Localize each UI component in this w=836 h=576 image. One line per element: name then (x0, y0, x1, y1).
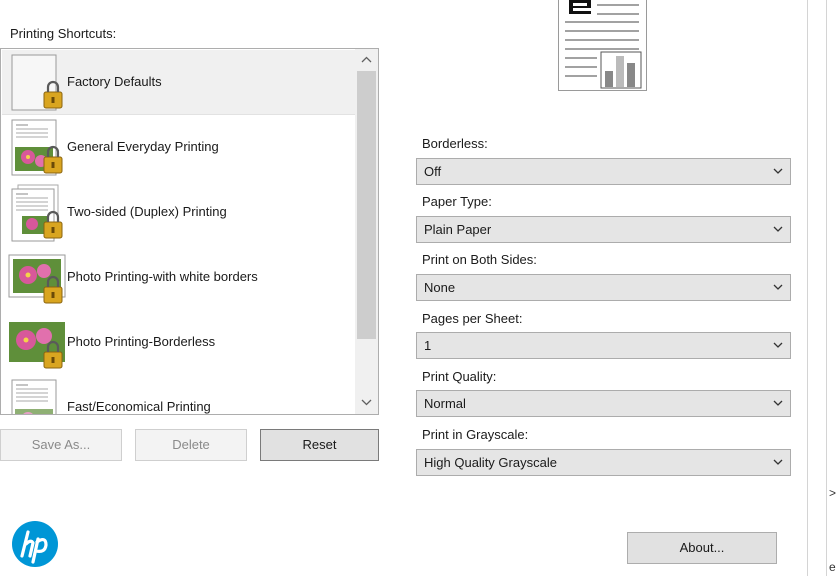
blank-page-lock-icon (11, 54, 63, 111)
page-preview-graphic (565, 0, 642, 89)
shortcut-item-photo-borderless[interactable]: Photo Printing-Borderless (2, 310, 355, 375)
delete-button[interactable]: Delete (135, 429, 247, 461)
chevron-down-icon (773, 400, 783, 406)
borderless-value: Off (424, 164, 442, 179)
shortcut-item-label: Two-sided (Duplex) Printing (67, 204, 227, 219)
printing-shortcuts-list[interactable]: Factory Defaults General Everyday Printi… (0, 48, 379, 415)
shortcut-item-factory-defaults[interactable]: Factory Defaults (2, 50, 355, 115)
both-sides-label: Print on Both Sides: (422, 252, 537, 267)
paper-type-select[interactable]: Plain Paper (416, 216, 791, 243)
edge-text-bottom: el (829, 560, 836, 574)
grayscale-select[interactable]: High Quality Grayscale (416, 449, 791, 476)
list-scrollbar[interactable] (355, 49, 378, 414)
both-sides-select[interactable]: None (416, 274, 791, 301)
scroll-up-icon[interactable] (355, 49, 378, 71)
paper-type-value: Plain Paper (424, 222, 492, 237)
shortcut-item-label: General Everyday Printing (67, 139, 219, 154)
shortcut-item-label: Fast/Economical Printing (67, 399, 211, 414)
grayscale-value: High Quality Grayscale (424, 455, 557, 470)
pages-per-sheet-label: Pages per Sheet: (422, 311, 523, 326)
print-quality-label: Print Quality: (422, 369, 497, 384)
shortcut-item-fast-economical[interactable]: Fast/Economical Printing (2, 375, 355, 414)
document-photo-lock-icon (11, 119, 63, 176)
duplex-document-lock-icon (11, 184, 63, 242)
print-quality-select[interactable]: Normal (416, 390, 791, 417)
grayscale-label: Print in Grayscale: (422, 427, 529, 442)
photo-borderless-lock-icon (9, 322, 65, 369)
window-edge-divider-2 (826, 0, 827, 576)
print-quality-value: Normal (424, 396, 466, 411)
scroll-thumb[interactable] (357, 71, 376, 339)
pages-per-sheet-value: 1 (424, 338, 432, 353)
shortcut-item-label: Photo Printing-with white borders (67, 269, 258, 284)
save-as-button[interactable]: Save As... (0, 429, 122, 461)
window-edge-divider (807, 0, 808, 576)
hp-logo-icon (12, 521, 58, 567)
borderless-select[interactable]: Off (416, 158, 791, 185)
photo-bordered-lock-icon (8, 254, 66, 304)
scroll-down-icon[interactable] (355, 392, 378, 414)
shortcut-item-label: Photo Printing-Borderless (67, 334, 216, 349)
borderless-label: Borderless: (422, 136, 488, 151)
shortcut-item-general-everyday[interactable]: General Everyday Printing (2, 115, 355, 180)
shortcut-item-label: Factory Defaults (67, 74, 162, 89)
reset-button[interactable]: Reset (260, 429, 379, 461)
printing-shortcuts-label: Printing Shortcuts: (10, 26, 117, 41)
document-photo-icon (11, 379, 57, 414)
shortcut-item-photo-white-borders[interactable]: Photo Printing-with white borders (2, 245, 355, 310)
about-button[interactable]: About... (627, 532, 777, 564)
paper-type-label: Paper Type: (422, 194, 492, 209)
chevron-down-icon (773, 226, 783, 232)
edge-text-top: > (829, 486, 836, 500)
page-preview (558, 0, 647, 91)
chevron-down-icon (773, 284, 783, 290)
chevron-down-icon (773, 168, 783, 174)
shortcut-item-two-sided[interactable]: Two-sided (Duplex) Printing (2, 180, 355, 245)
chevron-down-icon (773, 459, 783, 465)
chevron-down-icon (773, 342, 783, 348)
pages-per-sheet-select[interactable]: 1 (416, 332, 791, 359)
both-sides-value: None (424, 280, 456, 295)
